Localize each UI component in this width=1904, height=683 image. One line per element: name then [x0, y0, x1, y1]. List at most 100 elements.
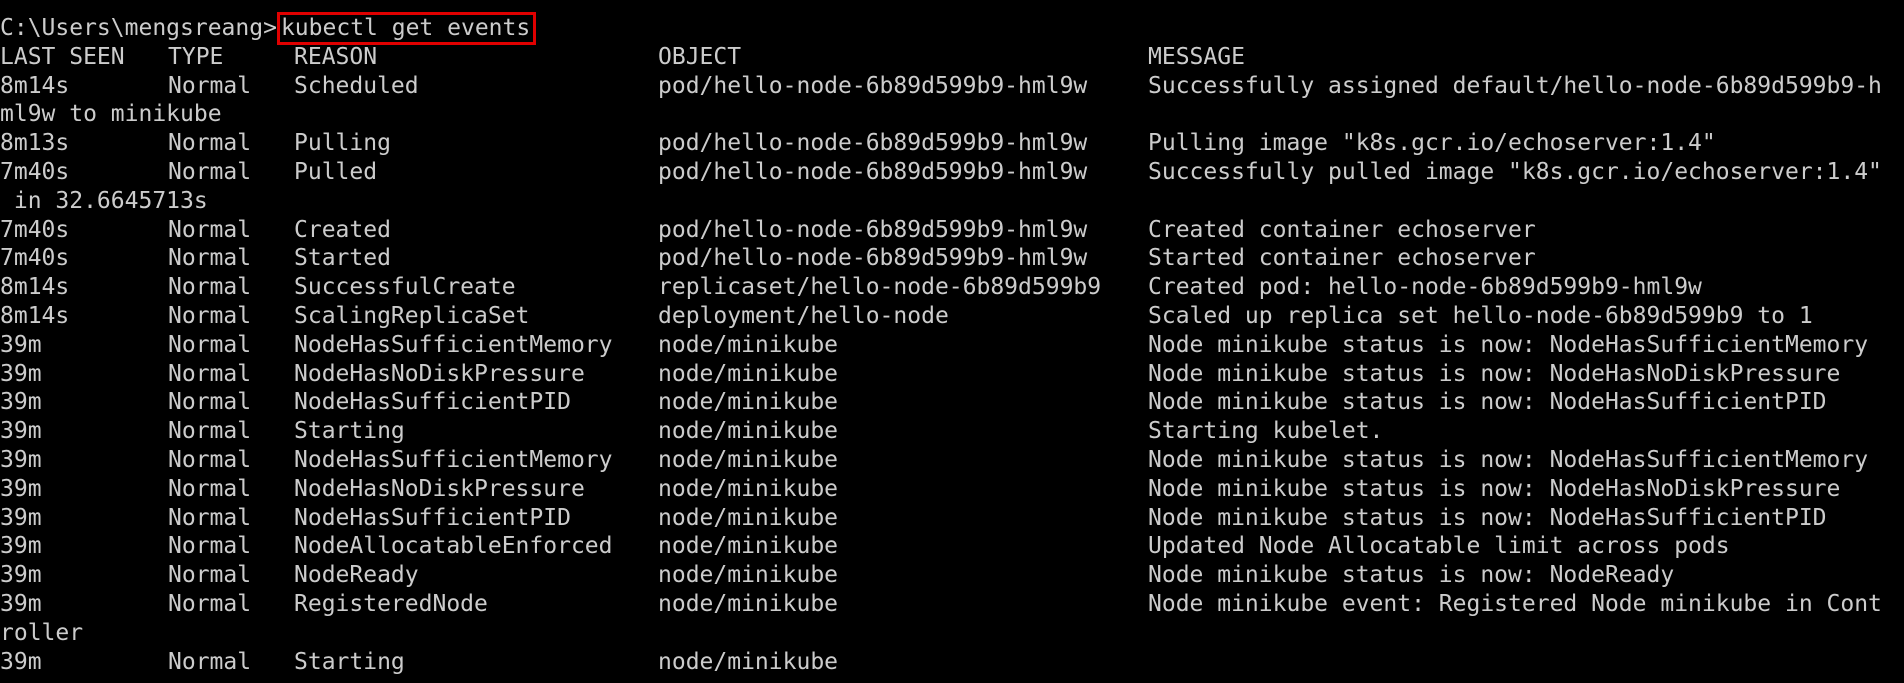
event-message: Created container echoserver	[1148, 216, 1536, 243]
event-last-seen: 39m	[0, 590, 42, 617]
event-row: 39m Normal NodeHasSufficientPID node/miniku…	[0, 388, 1904, 417]
event-type: Normal	[168, 590, 252, 617]
event-message: Node minikube status is now: NodeHasNoDi…	[1148, 360, 1841, 387]
event-object: pod/hello-node-6b89d599b9-hml9w	[658, 72, 1088, 99]
event-row: 39m Normal NodeHasSufficientMemory node/min…	[0, 331, 1904, 360]
event-row: 39m Normal NodeReady node/minikube Node mini…	[0, 561, 1904, 590]
event-last-seen: 39m	[0, 331, 42, 358]
event-object: node/minikube	[658, 648, 839, 675]
event-rows: 8m14s Normal Scheduled pod/hello-node-6b89d…	[0, 72, 1904, 677]
event-last-seen: 7m40s	[0, 245, 70, 272]
event-row: 39m Normal Starting node/minikube Starting k…	[0, 417, 1904, 446]
event-reason: Pulled	[294, 158, 378, 185]
event-row: 39m Normal Starting node/minikube	[0, 648, 1904, 677]
event-type: Normal	[168, 475, 252, 502]
event-type: Normal	[168, 504, 252, 531]
event-reason: NodeHasSufficientPID	[294, 504, 571, 531]
event-object: node/minikube	[658, 418, 839, 445]
event-object: pod/hello-node-6b89d599b9-hml9w	[658, 158, 1088, 185]
event-reason: Starting	[294, 648, 405, 675]
event-message: Node minikube status is now: NodeHasSuff…	[1148, 331, 1869, 358]
command-text: kubectl get events	[280, 15, 531, 41]
event-last-seen: 39m	[0, 418, 42, 445]
event-row: 7m40s Normal Started pod/hello-node-6b89d59…	[0, 244, 1904, 273]
event-row: 8m14s Normal Scheduled pod/hello-node-6b89d…	[0, 72, 1904, 101]
event-last-seen: 39m	[0, 446, 42, 473]
event-object: node/minikube	[658, 331, 839, 358]
event-message: Node minikube status is now: NodeHasSuff…	[1148, 504, 1827, 531]
event-message: Node minikube status is now: NodeHasNoDi…	[1148, 475, 1841, 502]
event-message: Scaled up replica set hello-node-6b89d59…	[1148, 302, 1813, 329]
event-row: 7m40s Normal Pulled pod/hello-node-6b89d599…	[0, 158, 1904, 187]
event-type: Normal	[168, 562, 252, 589]
event-row: 8m14s Normal SuccessfulCreate replicaset/he…	[0, 273, 1904, 302]
event-message: Node minikube status is now: NodeReady	[1148, 562, 1675, 589]
event-reason: NodeHasNoDiskPressure	[294, 475, 585, 502]
header-object: OBJECT	[658, 43, 742, 70]
event-message: Node minikube event: Registered Node min…	[1148, 590, 1882, 617]
event-message: Successfully pulled image "k8s.gcr.io/ec…	[1148, 158, 1882, 185]
header-reason: REASON	[294, 43, 378, 70]
event-object: node/minikube	[658, 533, 839, 560]
terminal-window[interactable]: C:\Users\mengsreang> kubectl get events L…	[0, 0, 1904, 683]
event-object: node/minikube	[658, 475, 839, 502]
event-row: 39m Normal NodeHasNoDiskPressure node/minik…	[0, 475, 1904, 504]
prompt-line: C:\Users\mengsreang> kubectl get events	[0, 12, 1904, 45]
event-object: deployment/hello-node	[658, 302, 949, 329]
event-type: Normal	[168, 389, 252, 416]
event-object: pod/hello-node-6b89d599b9-hml9w	[658, 216, 1088, 243]
event-reason: Starting	[294, 418, 405, 445]
event-type: Normal	[168, 418, 252, 445]
event-type: Normal	[168, 216, 252, 243]
event-reason: RegisteredNode	[294, 590, 488, 617]
event-type: Normal	[168, 446, 252, 473]
event-reason: SuccessfulCreate	[294, 274, 516, 301]
event-type: Normal	[168, 648, 252, 675]
event-type: Normal	[168, 302, 252, 329]
event-message-wrap: roller	[0, 619, 84, 646]
event-reason: NodeHasSufficientMemory	[294, 331, 613, 358]
event-reason: Created	[294, 216, 391, 243]
event-last-seen: 8m14s	[0, 72, 70, 99]
event-type: Normal	[168, 533, 252, 560]
event-last-seen: 39m	[0, 562, 42, 589]
event-reason: Started	[294, 245, 391, 272]
event-message: Created pod: hello-node-6b89d599b9-hml9w	[1148, 274, 1702, 301]
event-message-wrap: in 32.6645713s	[0, 187, 208, 214]
prompt-path: C:\Users\mengsreang>	[0, 15, 277, 41]
event-last-seen: 8m14s	[0, 302, 70, 329]
header-type: TYPE	[168, 43, 224, 70]
event-last-seen: 39m	[0, 475, 42, 502]
event-type: Normal	[168, 130, 252, 157]
event-reason: Pulling	[294, 130, 391, 157]
event-object: node/minikube	[658, 590, 839, 617]
event-last-seen: 8m14s	[0, 274, 70, 301]
event-message: Pulling image "k8s.gcr.io/echoserver:1.4…	[1148, 130, 1716, 157]
event-row: 7m40s Normal Created pod/hello-node-6b89d59…	[0, 216, 1904, 245]
header-row: LAST SEEN TYPE REASON OBJECT MESSAGE	[0, 43, 1904, 72]
event-object: node/minikube	[658, 504, 839, 531]
event-row: 8m14s Normal ScalingReplicaSet deployment/h…	[0, 302, 1904, 331]
event-last-seen: 7m40s	[0, 158, 70, 185]
event-reason: NodeReady	[294, 562, 419, 589]
event-message: Node minikube status is now: NodeHasSuff…	[1148, 446, 1869, 473]
header-last-seen: LAST SEEN	[0, 43, 125, 70]
event-last-seen: 39m	[0, 360, 42, 387]
event-object: pod/hello-node-6b89d599b9-hml9w	[658, 245, 1088, 272]
header-message: MESSAGE	[1148, 43, 1245, 70]
event-row: 39m Normal NodeHasSufficientPID node/miniku…	[0, 504, 1904, 533]
event-message: Node minikube status is now: NodeHasSuff…	[1148, 389, 1827, 416]
event-reason: NodeHasSufficientMemory	[294, 446, 613, 473]
event-type: Normal	[168, 331, 252, 358]
event-object: node/minikube	[658, 389, 839, 416]
event-object: node/minikube	[658, 446, 839, 473]
event-message: Started container echoserver	[1148, 245, 1536, 272]
event-reason: NodeHasSufficientPID	[294, 389, 571, 416]
event-type: Normal	[168, 158, 252, 185]
event-last-seen: 39m	[0, 648, 42, 675]
event-row: 8m13s Normal Pulling pod/hello-node-6b89d59…	[0, 129, 1904, 158]
event-last-seen: 39m	[0, 389, 42, 416]
event-type: Normal	[168, 72, 252, 99]
command-highlight: kubectl get events	[276, 12, 537, 45]
event-row: 39m Normal NodeHasSufficientMemory node/min…	[0, 446, 1904, 475]
